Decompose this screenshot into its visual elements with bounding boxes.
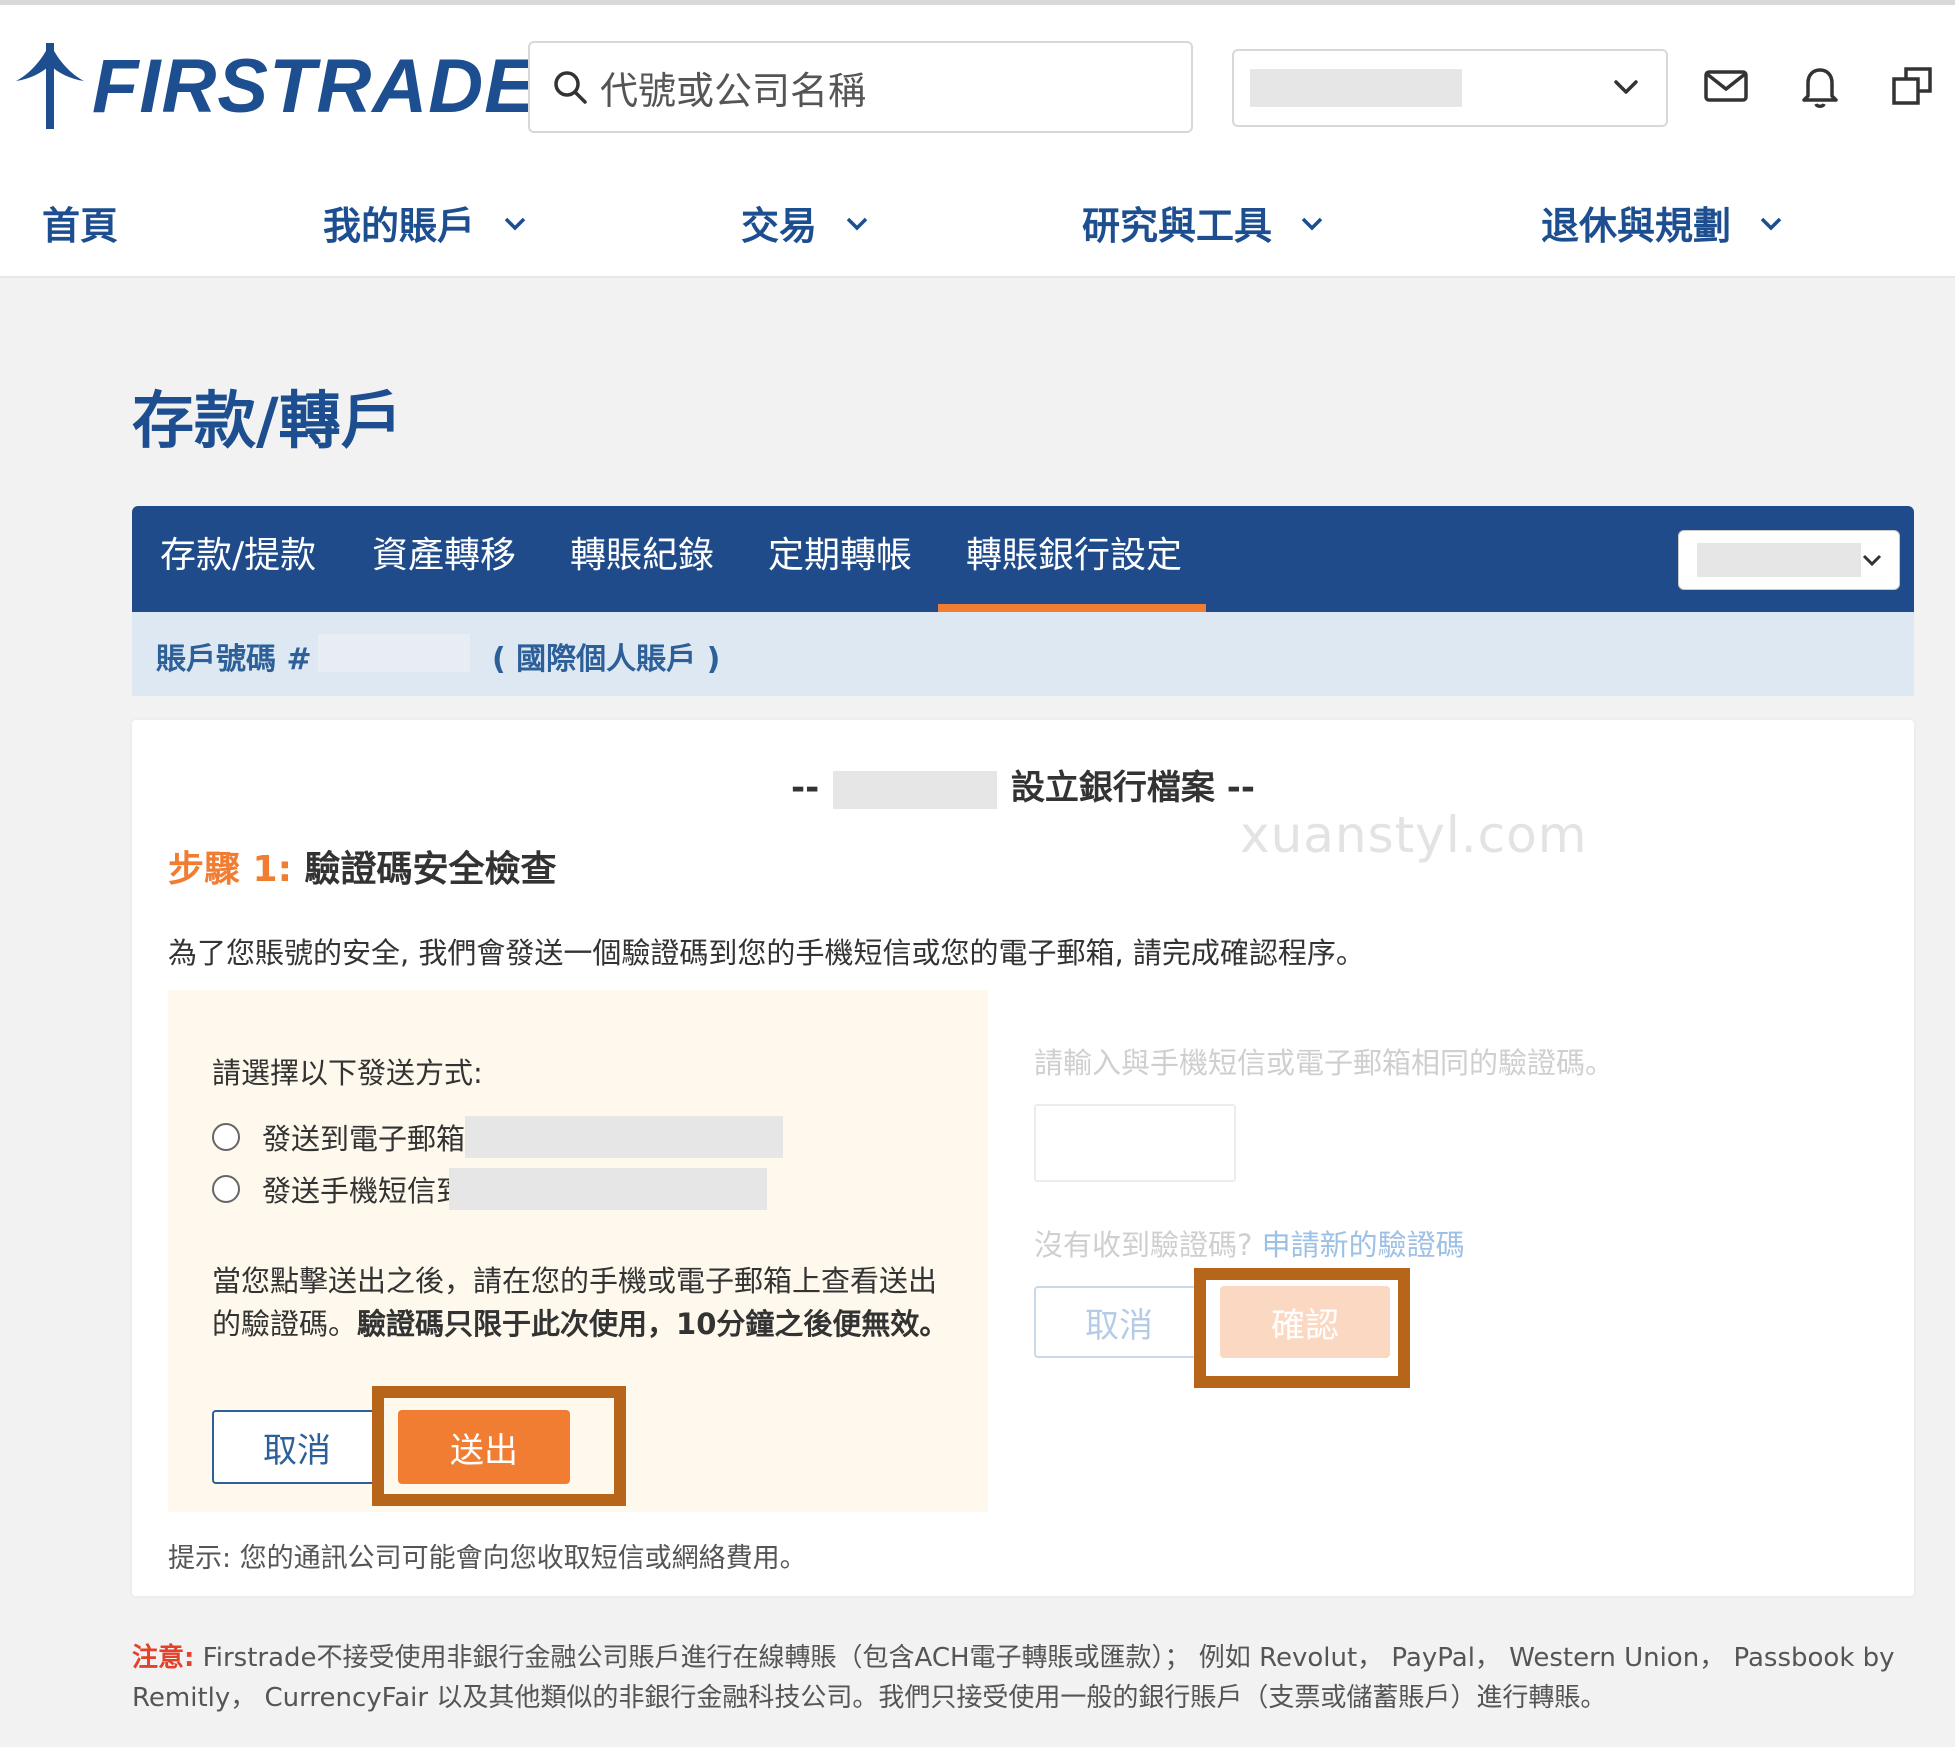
note-bold-text: 驗證碼只限于此次使用，10分鐘之後便無效。 — [357, 1307, 949, 1341]
nav-label: 退休與規劃 — [1541, 204, 1732, 248]
page-title: 存款/轉戶 — [132, 384, 403, 457]
redacted-bank-name — [833, 770, 998, 809]
nav-label: 首頁 — [42, 204, 119, 248]
confirm-button[interactable]: 確認 — [1220, 1286, 1390, 1358]
step-title: 步驟 1: 驗證碼安全檢查 — [168, 840, 557, 892]
redacted-email — [465, 1116, 784, 1158]
account-type: ( 國際個人賬戶 ) — [492, 642, 721, 677]
option-email-label: 發送到電子郵箱 — [262, 1122, 466, 1156]
step-label: 驗證碼安全檢查 — [304, 849, 557, 890]
resend-text: 沒有收到驗證碼? — [1034, 1228, 1253, 1262]
send-button[interactable]: 送出 — [398, 1410, 570, 1484]
chevron-down-icon — [504, 217, 526, 230]
resend-row: 沒有收到驗證碼? 申請新的驗證碼 — [1034, 1222, 1465, 1264]
bell-icon[interactable] — [1797, 63, 1843, 109]
chevron-down-icon — [1614, 80, 1638, 94]
radio-sms[interactable] — [212, 1175, 240, 1203]
tab-transfer-history[interactable]: 轉賬紀錄 — [570, 506, 714, 612]
tab-recurring-transfer[interactable]: 定期轉帳 — [768, 506, 912, 612]
account-info-bar: 賬戶號碼 # ( 國際個人賬戶 ) — [132, 612, 1914, 696]
account-selector[interactable] — [1232, 49, 1668, 127]
verification-card: -- 設立銀行檔案 -- xuanstyl.com 步驟 1: 驗證碼安全檢查 … — [132, 720, 1914, 1596]
brand-logo[interactable]: FIRSTRADE — [14, 39, 536, 133]
external-window-icon[interactable] — [1890, 63, 1936, 109]
radio-email[interactable] — [212, 1123, 240, 1151]
watermark: xuanstyl.com — [1240, 806, 1588, 864]
redacted-account — [1250, 69, 1462, 107]
mail-icon[interactable] — [1703, 63, 1749, 109]
nav-my-account[interactable]: 我的賬戶 — [323, 195, 529, 250]
chevron-down-icon — [1301, 217, 1323, 230]
code-label: 請輸入與手機短信或電子郵箱相同的驗證碼。 — [1034, 1046, 1615, 1080]
card-heading: -- 設立銀行檔案 -- — [132, 760, 1914, 809]
option-email[interactable]: 發送到電子郵箱 — [212, 1116, 784, 1158]
nav-label: 研究與工具 — [1082, 204, 1273, 248]
resend-link[interactable]: 申請新的驗證碼 — [1262, 1228, 1465, 1262]
chevron-down-icon — [1862, 554, 1882, 567]
footer-note: 注意: Firstrade不接受使用非銀行金融公司賬戶進行在線轉賬（包含ACH電… — [132, 1638, 1912, 1718]
tab-account-selector[interactable] — [1678, 530, 1900, 590]
search-input[interactable]: 代號或公司名稱 — [600, 60, 866, 115]
account-number-label: 賬戶號碼 # — [156, 642, 312, 677]
heading-prefix: -- — [791, 768, 820, 808]
description: 為了您賬號的安全, 我們會發送一個驗證碼到您的手機短信或您的電子郵箱, 請完成確… — [168, 936, 1365, 970]
nav-label: 交易 — [741, 204, 818, 248]
tip: 提示: 您的通訊公司可能會向您收取短信或網絡費用。 — [168, 1543, 807, 1574]
heading-suffix: 設立銀行檔案 -- — [1010, 768, 1255, 808]
option-sms[interactable]: 發送手機短信到 — [212, 1168, 768, 1210]
cancel-code-button[interactable]: 取消 — [1034, 1286, 1204, 1358]
chevron-down-icon — [1760, 217, 1782, 230]
search-box[interactable]: 代號或公司名稱 — [528, 41, 1193, 133]
tab-deposit-withdraw[interactable]: 存款/提款 — [160, 506, 316, 612]
redacted-phone — [449, 1168, 768, 1210]
option-sms-label: 發送手機短信到 — [262, 1174, 466, 1208]
redacted-account-number — [318, 634, 470, 672]
verification-code-input[interactable] — [1034, 1104, 1236, 1182]
warning-label: 注意: — [132, 1643, 195, 1673]
tab-bank-settings[interactable]: 轉賬銀行設定 — [937, 506, 1207, 612]
method-title: 請選擇以下發送方式: — [212, 1056, 483, 1090]
redacted-account — [1697, 543, 1861, 577]
nav-research-tools[interactable]: 研究與工具 — [1082, 195, 1326, 250]
site-header: FIRSTRADE 代號或公司名稱 首頁 我的賬戶 交易 研究與工具 退休與規劃 — [0, 5, 1955, 278]
warning-text: Firstrade不接受使用非銀行金融公司賬戶進行在線轉賬（包含ACH電子轉賬或… — [132, 1643, 1895, 1713]
arrow-logo-icon — [16, 43, 84, 129]
delivery-method-panel: 請選擇以下發送方式: 發送到電子郵箱 發送手機短信到 當您點擊送出之後，請在您的… — [168, 990, 988, 1512]
brand-name: FIRSTRADE — [92, 43, 536, 129]
step-number: 步驟 1: — [168, 849, 292, 890]
search-icon — [554, 71, 587, 104]
nav-home[interactable]: 首頁 — [42, 195, 118, 250]
nav-label: 我的賬戶 — [323, 204, 476, 248]
chevron-down-icon — [846, 217, 868, 230]
nav-trade[interactable]: 交易 — [741, 195, 871, 250]
send-note: 當您點擊送出之後，請在您的手機或電子郵箱上查看送出的驗證碼。驗證碼只限于此次使用… — [212, 1260, 952, 1346]
transfer-tabs: 存款/提款 資產轉移 轉賬紀錄 定期轉帳 轉賬銀行設定 — [132, 506, 1914, 612]
tab-asset-transfer[interactable]: 資產轉移 — [372, 506, 516, 612]
nav-retirement[interactable]: 退休與規劃 — [1541, 195, 1785, 250]
cancel-button[interactable]: 取消 — [212, 1410, 382, 1484]
